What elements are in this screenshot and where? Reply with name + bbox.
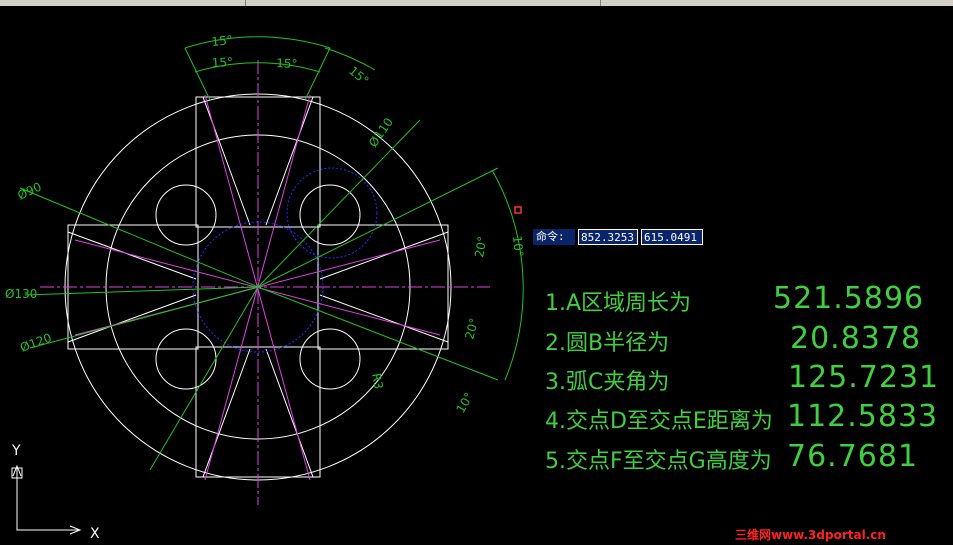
ext-line-15-left	[184, 47, 211, 101]
arc-dim-15-far	[324, 47, 376, 71]
result-value: 20.8378	[790, 321, 922, 356]
dim-dia-90: Ø90	[15, 180, 43, 203]
leader-angle-lower	[257, 286, 499, 381]
result-label: 3.弧C夹角为	[545, 370, 670, 395]
ucs-icon: Y X	[11, 443, 100, 542]
slot-circle-1	[299, 184, 361, 246]
dim-ang-15-right: 15°	[276, 56, 298, 71]
result-label: 4.交点D至交点E距离为	[545, 409, 773, 434]
site-watermark: 三维网www.3dportal.cn	[735, 528, 886, 542]
dim-ang-20-upper: 20°	[472, 235, 489, 258]
result-label: 1.A区域周长为	[545, 291, 692, 316]
hidden-circles	[192, 167, 378, 353]
dim-dia-120: Ø120	[18, 331, 53, 355]
dim-ang-15-top: 15°	[211, 33, 234, 49]
result-value: 76.7681	[787, 439, 919, 474]
leader-dia-120	[29, 286, 259, 349]
leader-dia-90	[19, 187, 259, 288]
result-label: 5.交点F至交点G高度为	[545, 449, 772, 474]
cad-viewport[interactable]: 15° 15° 15° 15° Ø110 Ø90 Ø130 Ø120 20° 2…	[0, 0, 953, 545]
arc-dim-15-top	[184, 36, 331, 49]
dim-dia-110: Ø110	[366, 115, 396, 150]
leader-extra	[149, 286, 259, 471]
dim-dia-130: Ø130	[5, 287, 37, 301]
ucs-x-label: X	[90, 526, 100, 542]
dim-ang-15-far: 15°	[346, 64, 371, 88]
result-value: 112.5833	[787, 399, 939, 434]
slot-circle-3	[155, 328, 217, 390]
center-lines	[40, 60, 490, 505]
dim-ang-20-lower: 20°	[462, 317, 481, 341]
ext-line-15-right	[304, 47, 331, 101]
dimension-texts: 15° 15° 15° 15° Ø110 Ø90 Ø130 Ø120 20° 2…	[5, 33, 526, 416]
result-label: 2.圆B半径为	[545, 331, 670, 356]
leader-dia-110	[257, 119, 421, 288]
dim-ang-15-left: 15°	[211, 55, 233, 70]
dynamic-input-y[interactable]: 615.0491	[641, 229, 703, 245]
result-value: 521.5896	[773, 281, 925, 316]
grip-marker[interactable]	[514, 206, 522, 214]
leader-dia-130	[24, 286, 259, 296]
ucs-y-label: Y	[11, 443, 21, 459]
arc-dim-20	[491, 169, 524, 381]
slot-circle-0	[155, 184, 217, 246]
command-label: 命令:	[533, 229, 575, 245]
slot-circle-2	[299, 328, 361, 390]
dynamic-input-x[interactable]: 852.3253	[578, 229, 638, 245]
result-value: 125.7231	[788, 360, 940, 395]
dim-ang-10-lower: 10°	[453, 390, 476, 415]
dim-ang-10-upper: 10°	[510, 235, 526, 257]
dim-rad-3: R3	[369, 372, 386, 390]
